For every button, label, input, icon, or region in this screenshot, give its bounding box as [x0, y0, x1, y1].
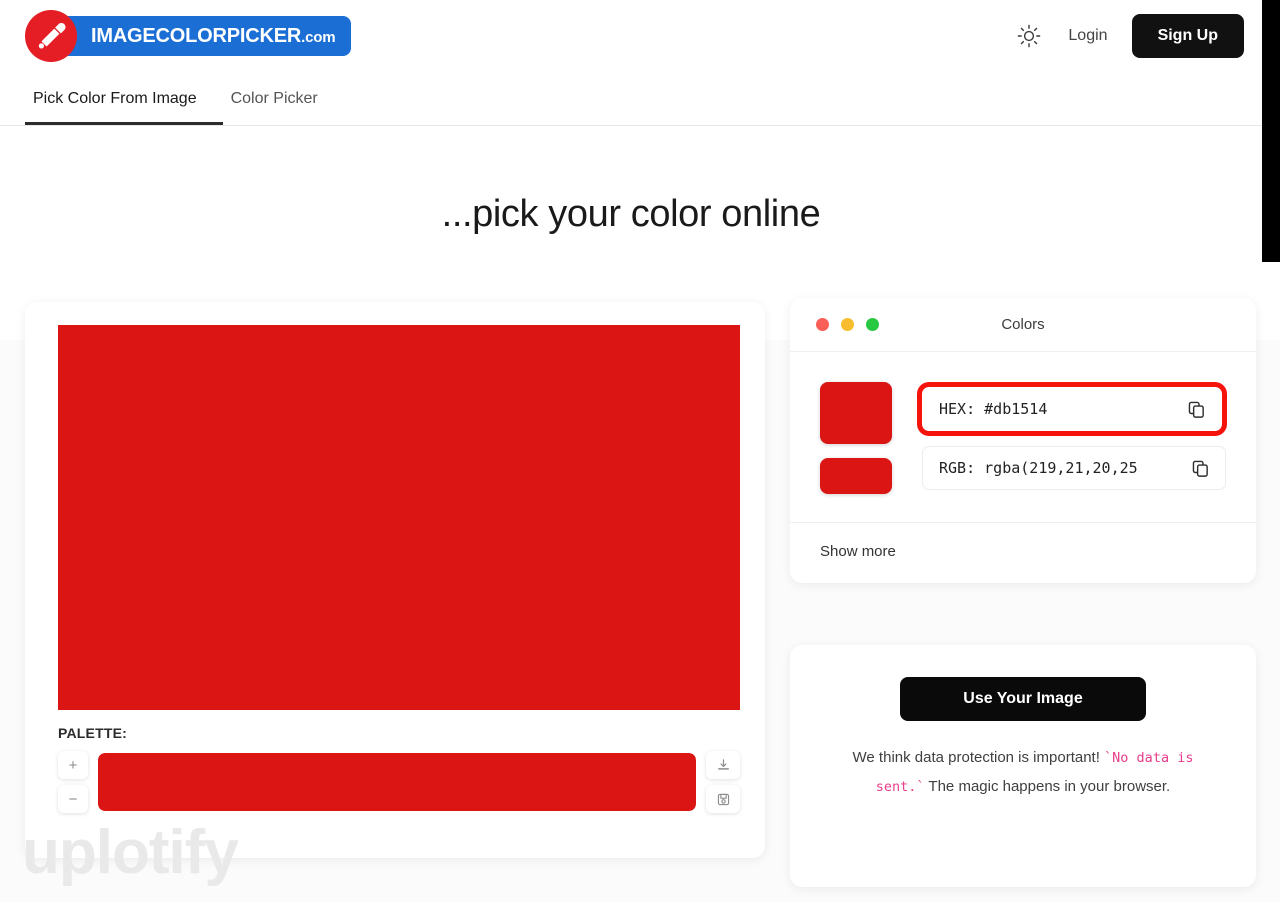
show-more-link[interactable]: Show more [820, 543, 896, 560]
copy-icon[interactable] [1183, 396, 1209, 422]
palette-section: PALETTE: + − [58, 725, 740, 813]
page-title: ...pick your color online [441, 193, 821, 235]
selected-color-swatch-large[interactable] [820, 382, 892, 444]
palette-row: + − [58, 751, 740, 813]
brand-pill: IMAGECOLORPICKER.com [51, 16, 352, 56]
main-tabs: Pick Color From Image Color Picker [25, 80, 334, 125]
palette-size-controls: + − [58, 751, 88, 813]
privacy-suffix: The magic happens in your browser. [924, 778, 1171, 796]
brand-suffix: .com [301, 28, 336, 46]
color-preview-swatches [820, 380, 892, 494]
hex-value-row[interactable]: HEX: #db1514 [917, 382, 1227, 436]
rgb-value-text: RGB: rgba(219,21,20,25 [939, 459, 1138, 477]
use-your-image-button[interactable]: Use Your Image [900, 677, 1146, 721]
brand-logo-group[interactable]: IMAGECOLORPICKER.com [25, 10, 352, 62]
rgb-value-row[interactable]: RGB: rgba(219,21,20,25 [922, 446, 1226, 490]
eyedropper-icon [25, 10, 77, 62]
login-link[interactable]: Login [1068, 27, 1107, 45]
privacy-prefix: We think data protection is important! [852, 749, 1105, 766]
colors-panel-footer: Show more [790, 523, 1256, 583]
color-value-rows: HEX: #db1514 RGB: rgba(219,21,20,25 [917, 380, 1227, 494]
colors-panel-titlebar: Colors [790, 298, 1256, 352]
tab-pick-color-from-image[interactable]: Pick Color From Image [25, 80, 223, 125]
palette-label: PALETTE: [58, 725, 128, 741]
palette-remove-button[interactable]: − [58, 785, 88, 813]
palette-swatches [98, 753, 696, 811]
hex-value-text: HEX: #db1514 [939, 400, 1048, 418]
source-image-canvas[interactable] [58, 325, 740, 710]
palette-add-button[interactable]: + [58, 751, 88, 779]
colors-panel: Colors HEX: #db1514 RGB: rgba(219,21,20,… [790, 298, 1256, 583]
brand-name: IMAGECOLORPICKER.com [91, 24, 336, 47]
download-icon[interactable] [706, 751, 740, 779]
palette-actions [706, 751, 740, 813]
save-icon[interactable] [706, 785, 740, 813]
sun-icon[interactable] [1014, 21, 1044, 51]
header-actions: Login Sign Up [1014, 12, 1244, 60]
tab-color-picker[interactable]: Color Picker [223, 80, 334, 125]
colors-panel-body: HEX: #db1514 RGB: rgba(219,21,20,25 [790, 352, 1256, 523]
image-picker-card: PALETTE: + − [25, 302, 765, 858]
right-edge-band [1262, 0, 1280, 262]
colors-panel-title: Colors [1001, 316, 1045, 333]
use-your-image-card: Use Your Image We think data protection … [790, 645, 1256, 887]
watermark: uplotify [22, 818, 239, 887]
privacy-notice: We think data protection is important! `… [833, 743, 1213, 802]
palette-swatch[interactable] [98, 753, 696, 811]
selected-color-swatch-small[interactable] [820, 458, 892, 494]
copy-icon[interactable] [1187, 455, 1213, 481]
signup-button[interactable]: Sign Up [1131, 14, 1244, 58]
page-root: IMAGECOLORPICKER.com Login Sign Up Pick … [0, 0, 1280, 902]
site-header: IMAGECOLORPICKER.com Login Sign Up Pick … [0, 0, 1262, 126]
